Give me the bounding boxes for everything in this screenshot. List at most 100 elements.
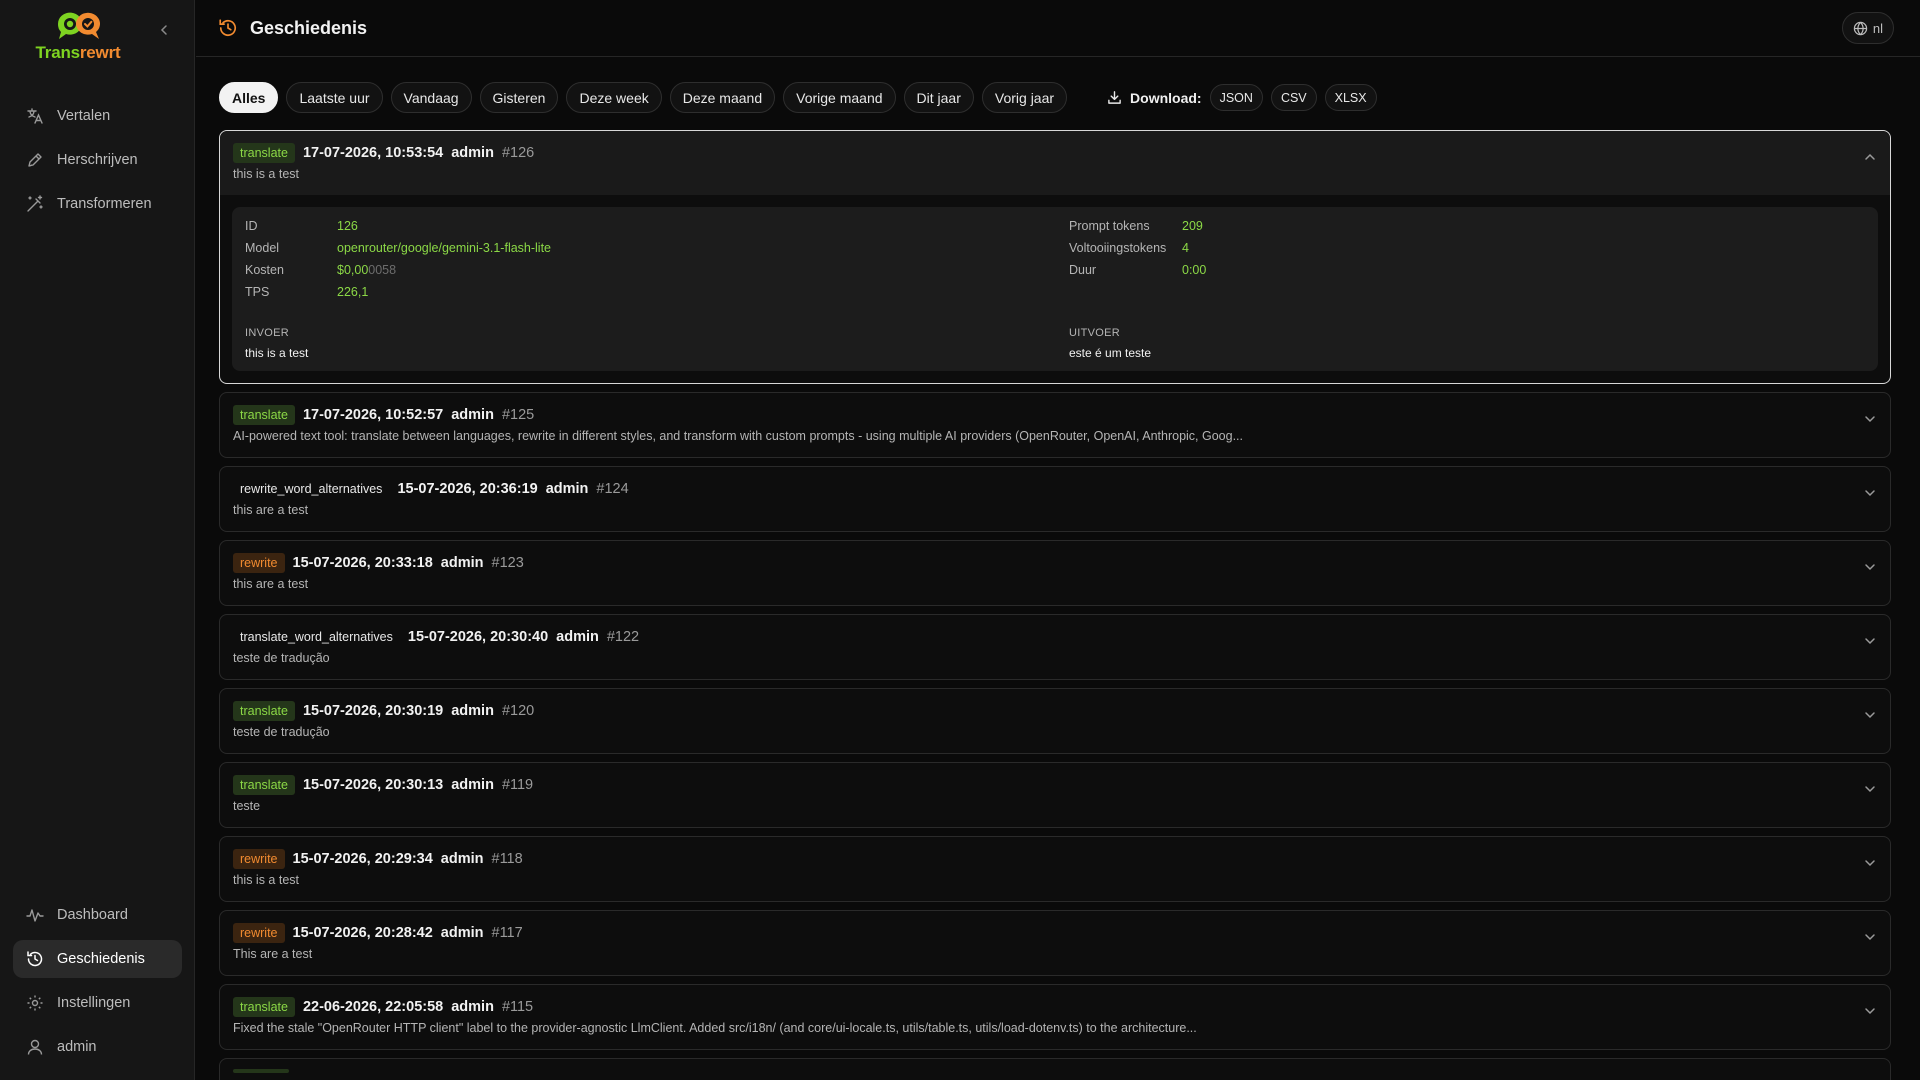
- language-selector[interactable]: nl: [1841, 12, 1894, 44]
- history-item[interactable]: [219, 1058, 1891, 1080]
- download-xlsx-button[interactable]: XLSX: [1324, 84, 1377, 111]
- detail-label: Voltooiingstokens: [1069, 241, 1167, 255]
- filter-vandaag[interactable]: Vandaag: [390, 82, 472, 113]
- sidebar-item-label: Instellingen: [57, 995, 131, 1011]
- username: admin: [451, 999, 494, 1015]
- detail-value-cost: $0,000058: [337, 263, 397, 277]
- output-label: UITVOER: [1069, 327, 1120, 339]
- detail-label: TPS: [245, 285, 270, 299]
- record-id: #118: [491, 851, 523, 867]
- chevron-down-icon[interactable]: [1862, 855, 1878, 871]
- text-preview: teste: [233, 799, 261, 813]
- detail-label: Duur: [1069, 263, 1097, 277]
- history-item-header[interactable]: translate 17-07-2026, 10:53:54 admin #12…: [220, 131, 1890, 195]
- chevron-down-icon[interactable]: [1862, 707, 1878, 723]
- filter-alles[interactable]: Alles: [219, 82, 279, 113]
- text-preview: this is a test: [233, 873, 299, 887]
- filter-dit-jaar[interactable]: Dit jaar: [903, 82, 974, 113]
- filter-gisteren[interactable]: Gisteren: [479, 82, 559, 113]
- record-id: #119: [501, 777, 534, 793]
- timestamp: 15-07-2026, 20:29:34: [292, 851, 433, 867]
- page-title: Geschiedenis: [250, 17, 368, 38]
- sidebar-item-user[interactable]: admin: [13, 1028, 182, 1066]
- history-details-panel: ID 126 Model openrouter/google/gemini-3.1-…: [232, 207, 1878, 371]
- sidebar-item-vertalen[interactable]: Vertalen: [13, 97, 182, 135]
- record-id: #120: [501, 703, 535, 719]
- details-right-column: Prompt tokens 209 Voltooiingstokens 4 Duur…: [1069, 215, 1206, 281]
- sidebar-item-label: Dashboard: [57, 907, 128, 923]
- filter-deze-maand[interactable]: Deze maand: [669, 82, 776, 113]
- gear-icon: [25, 993, 45, 1013]
- output-text: este é um teste: [1069, 346, 1152, 360]
- page-header: Geschiedenis nl: [196, 0, 1920, 57]
- history-icon: [25, 949, 45, 969]
- username: admin: [451, 703, 494, 719]
- chevron-down-icon[interactable]: [1862, 929, 1878, 945]
- filter-laatste-uur[interactable]: Laatste uur: [286, 82, 383, 113]
- chevron-down-icon[interactable]: [1862, 559, 1878, 575]
- sidebar-item-label: Herschrijven: [57, 152, 138, 168]
- timestamp: 15-07-2026, 20:28:42: [292, 925, 433, 941]
- history-item[interactable]: translate 15-07-2026, 20:30:13 admin #11…: [219, 762, 1891, 828]
- text-preview: This are a test: [233, 947, 313, 961]
- text-preview: teste de tradução: [233, 725, 330, 739]
- history-item[interactable]: rewrite 15-07-2026, 20:33:18 admin #123 …: [219, 540, 1891, 606]
- filter-vorig-jaar[interactable]: Vorig jaar: [981, 82, 1068, 113]
- detail-value-prompt-tokens: 209: [1182, 219, 1203, 233]
- text-preview: AI-powered text tool: translate between …: [233, 429, 1243, 443]
- chevron-down-icon[interactable]: [1862, 1003, 1878, 1019]
- history-item[interactable]: rewrite 15-07-2026, 20:29:34 admin #118 …: [219, 836, 1891, 902]
- history-item[interactable]: translate 22-06-2026, 22:05:58 admin #11…: [219, 984, 1891, 1050]
- username: admin: [451, 145, 494, 161]
- detail-label: Prompt tokens: [1069, 219, 1150, 233]
- filter-deze-week[interactable]: Deze week: [566, 82, 662, 113]
- text-preview: this is a test: [233, 167, 299, 181]
- chevron-down-icon[interactable]: [1862, 485, 1878, 501]
- sidebar-item-geschiedenis[interactable]: Geschiedenis: [13, 940, 182, 978]
- username: admin: [440, 851, 484, 867]
- history-item[interactable]: rewrite 15-07-2026, 20:28:42 admin #117 …: [219, 910, 1891, 976]
- magic-wand-icon: [25, 194, 45, 214]
- detail-value-tps: 226,1: [337, 285, 369, 299]
- filter-vorige-maand[interactable]: Vorige maand: [783, 82, 896, 113]
- username: admin: [451, 777, 494, 793]
- chevron-left-icon: [160, 25, 167, 35]
- details-left-column: ID 126 Model openrouter/google/gemini-3.1-…: [245, 215, 551, 303]
- sidebar-item-transformeren[interactable]: Transformeren: [13, 185, 182, 223]
- chevron-down-icon[interactable]: [1862, 781, 1878, 797]
- collapse-sidebar-button[interactable]: [152, 18, 176, 42]
- chevron-down-icon[interactable]: [1862, 411, 1878, 427]
- input-text: this is a test: [245, 346, 309, 360]
- download-json-button[interactable]: JSON: [1209, 84, 1263, 111]
- sidebar-item-instellingen[interactable]: Instellingen: [13, 984, 182, 1022]
- history-item[interactable]: rewrite_word_alternatives 15-07-2026, 20…: [219, 466, 1891, 532]
- history-item[interactable]: translate 17-07-2026, 10:52:57 admin #12…: [219, 392, 1891, 458]
- username: admin: [545, 481, 589, 497]
- detail-label: Model: [245, 241, 280, 255]
- timestamp: 15-07-2026, 20:30:40: [407, 629, 549, 645]
- text-preview: this are a test: [233, 503, 309, 517]
- history-item[interactable]: translate 15-07-2026, 20:30:19 admin #12…: [219, 688, 1891, 754]
- username: admin: [451, 407, 494, 423]
- sidebar-item-herschrijven[interactable]: Herschrijven: [13, 141, 182, 179]
- language-code: nl: [1872, 20, 1883, 36]
- detail-label: Kosten: [245, 263, 284, 277]
- username: admin: [556, 629, 599, 645]
- download-csv-button[interactable]: CSV: [1270, 84, 1317, 111]
- history-item: translate 17-07-2026, 10:53:54 admin #12…: [219, 130, 1891, 384]
- app-logo[interactable]: Transrewrt: [28, 10, 128, 70]
- chevron-down-icon[interactable]: [1862, 633, 1878, 649]
- sidebar-item-dashboard[interactable]: Dashboard: [13, 896, 182, 934]
- timestamp: 15-07-2026, 20:30:19: [302, 703, 444, 719]
- history-item[interactable]: translate_word_alternatives 15-07-2026, …: [219, 614, 1891, 680]
- chevron-up-icon[interactable]: [1862, 149, 1878, 165]
- detail-value-id: 126: [337, 219, 358, 233]
- type-badge: translate: [233, 775, 295, 795]
- record-id: #124: [596, 481, 629, 497]
- pen-icon: [25, 150, 45, 170]
- type-badge: rewrite: [233, 849, 285, 869]
- history-list: translate 17-07-2026, 10:53:54 admin #12…: [219, 130, 1891, 1080]
- timestamp: 22-06-2026, 22:05:58: [302, 999, 444, 1015]
- app-name: Transrewrt: [35, 43, 121, 62]
- record-id: #122: [606, 629, 640, 645]
